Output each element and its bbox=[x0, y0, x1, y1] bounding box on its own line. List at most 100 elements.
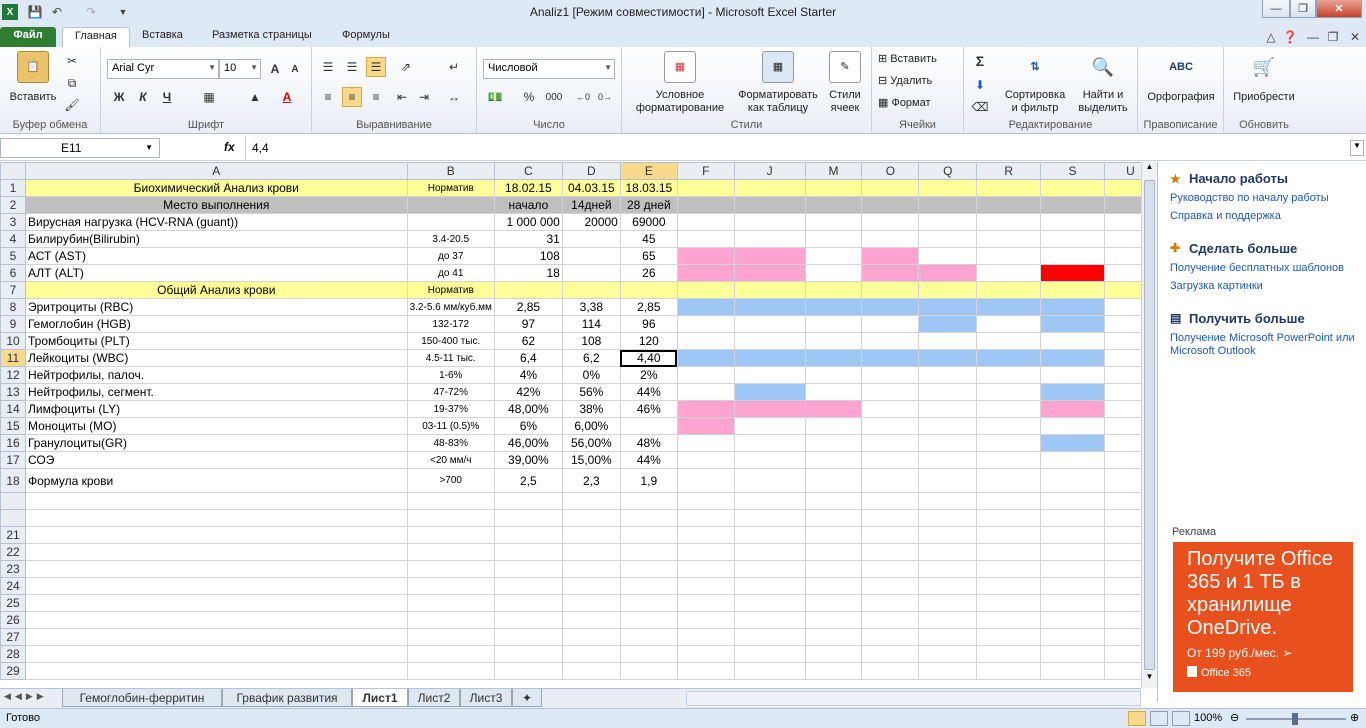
cell-o[interactable] bbox=[861, 468, 920, 493]
cell-styles-button[interactable]: ✎ Стили ячеек bbox=[824, 51, 866, 115]
cell-c[interactable]: 62 bbox=[493, 332, 563, 350]
cell-c[interactable]: начало bbox=[493, 196, 563, 214]
cell-e[interactable] bbox=[619, 662, 678, 680]
cell-f[interactable] bbox=[676, 264, 735, 282]
borders-icon[interactable]: ▦ bbox=[199, 87, 219, 107]
row-header[interactable]: 22 bbox=[0, 543, 26, 561]
row-header[interactable]: 9 bbox=[0, 315, 26, 333]
cell-s[interactable] bbox=[1040, 349, 1105, 367]
cell-m[interactable] bbox=[804, 213, 863, 231]
cell-d[interactable]: 6,00% bbox=[561, 417, 621, 435]
cell-m[interactable] bbox=[804, 264, 863, 282]
cell-r[interactable] bbox=[976, 264, 1042, 282]
cell-c[interactable]: 2,5 bbox=[493, 468, 563, 493]
cell-c[interactable] bbox=[493, 509, 563, 527]
cell-o[interactable] bbox=[861, 400, 920, 418]
delete-cells-button[interactable]: ⊟ Удалить bbox=[878, 75, 932, 88]
cell-m[interactable] bbox=[804, 315, 863, 333]
scroll-thumb[interactable] bbox=[1144, 180, 1155, 670]
cell-b[interactable] bbox=[406, 645, 495, 663]
cell-r[interactable] bbox=[976, 468, 1042, 493]
cell-j[interactable] bbox=[733, 417, 806, 435]
cell-f[interactable] bbox=[676, 247, 735, 265]
cell-o[interactable] bbox=[861, 434, 920, 452]
row-header[interactable]: 6 bbox=[0, 264, 26, 282]
cell-a[interactable]: Нейтрофилы, сегмент. bbox=[24, 383, 408, 401]
cell-a[interactable]: Нейтрофилы, палоч. bbox=[24, 366, 408, 384]
clipart-link[interactable]: Загрузка картинки bbox=[1170, 280, 1263, 293]
cell-e[interactable]: 69000 bbox=[619, 213, 678, 231]
align-middle-icon[interactable]: ☰ bbox=[342, 57, 362, 77]
cell-m[interactable] bbox=[804, 509, 863, 527]
autosum-button[interactable]: Σ bbox=[970, 51, 990, 71]
cell-d[interactable] bbox=[561, 594, 621, 612]
cell-r[interactable] bbox=[976, 526, 1042, 544]
cell-c[interactable]: 4% bbox=[493, 366, 563, 384]
cell-j[interactable] bbox=[733, 645, 806, 663]
cell-a[interactable] bbox=[24, 594, 408, 612]
cell-j[interactable] bbox=[733, 560, 806, 578]
cell-q[interactable] bbox=[918, 315, 978, 333]
row-header[interactable] bbox=[0, 492, 26, 510]
cell-f[interactable] bbox=[676, 332, 735, 350]
cell-m[interactable] bbox=[804, 560, 863, 578]
cell-r[interactable] bbox=[976, 492, 1042, 510]
cell-c[interactable] bbox=[493, 577, 563, 595]
cell-d[interactable] bbox=[561, 543, 621, 561]
cell-j[interactable] bbox=[733, 349, 806, 367]
cell-j[interactable] bbox=[733, 611, 806, 629]
restore-button[interactable]: ❐ bbox=[1290, 0, 1316, 18]
cell-r[interactable] bbox=[976, 349, 1042, 367]
cell-o[interactable] bbox=[861, 645, 920, 663]
doc-restore-icon[interactable]: ❐ bbox=[1324, 28, 1342, 46]
cell-e[interactable]: 18.03.15 bbox=[619, 179, 678, 197]
cell-m[interactable] bbox=[804, 434, 863, 452]
tab-insert[interactable]: Вставка bbox=[130, 27, 195, 47]
cell-m[interactable] bbox=[804, 577, 863, 595]
thousands-button[interactable]: 000 bbox=[541, 87, 567, 107]
cell-r[interactable] bbox=[976, 434, 1042, 452]
row-header[interactable]: 11 bbox=[0, 349, 26, 367]
cell-q[interactable] bbox=[918, 264, 978, 282]
cell-s[interactable] bbox=[1040, 213, 1105, 231]
office365-ad[interactable]: Получите Office 365 и 1 ТБ в хранилище O… bbox=[1173, 542, 1353, 692]
cell-b[interactable]: 150-400 тыс. bbox=[406, 332, 495, 350]
cell-j[interactable] bbox=[733, 264, 806, 282]
cell-f[interactable] bbox=[676, 196, 735, 214]
cell-f[interactable] bbox=[676, 543, 735, 561]
cell-f[interactable] bbox=[676, 281, 735, 299]
cell-m[interactable] bbox=[804, 417, 863, 435]
cell-m[interactable] bbox=[804, 400, 863, 418]
fill-icon[interactable]: ⬇ bbox=[970, 75, 990, 95]
cell-d[interactable] bbox=[561, 281, 621, 299]
cell-o[interactable] bbox=[861, 349, 920, 367]
cell-b[interactable]: 132-172 bbox=[406, 315, 495, 333]
cell-a[interactable]: Общий Анализ крови bbox=[24, 281, 408, 299]
cell-f[interactable] bbox=[676, 213, 735, 231]
cell-r[interactable] bbox=[976, 383, 1042, 401]
cell-d[interactable] bbox=[561, 662, 621, 680]
cell-o[interactable] bbox=[861, 451, 920, 469]
cell-r[interactable] bbox=[976, 577, 1042, 595]
cell-j[interactable] bbox=[733, 577, 806, 595]
align-center-icon[interactable]: ≡ bbox=[342, 87, 362, 107]
cell-b[interactable] bbox=[406, 213, 495, 231]
cell-f[interactable] bbox=[676, 662, 735, 680]
cell-r[interactable] bbox=[976, 298, 1042, 316]
cell-f[interactable] bbox=[676, 628, 735, 646]
cell-b[interactable] bbox=[406, 492, 495, 510]
cell-e[interactable]: 120 bbox=[619, 332, 678, 350]
cell-f[interactable] bbox=[676, 492, 735, 510]
cell-c[interactable]: 18.02.15 bbox=[493, 179, 563, 197]
cell-d[interactable] bbox=[561, 645, 621, 663]
cell-o[interactable] bbox=[861, 196, 920, 214]
cell-b[interactable]: 48-83% bbox=[406, 434, 495, 452]
cell-r[interactable] bbox=[976, 196, 1042, 214]
cell-j[interactable] bbox=[733, 298, 806, 316]
cell-q[interactable] bbox=[918, 417, 978, 435]
templates-link[interactable]: Получение бесплатных шаблонов bbox=[1170, 262, 1344, 275]
row-header[interactable]: 24 bbox=[0, 577, 26, 595]
zoom-level[interactable]: 100% bbox=[1194, 712, 1222, 724]
row-header[interactable]: 1 bbox=[0, 179, 26, 197]
tab-home[interactable]: Главная bbox=[62, 27, 130, 47]
